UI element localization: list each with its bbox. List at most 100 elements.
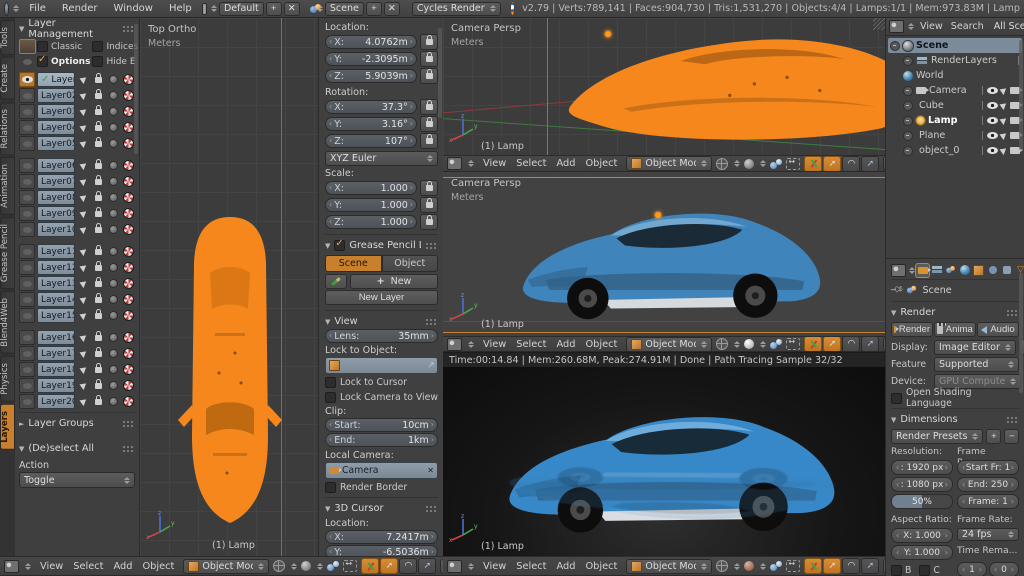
layer-lock-button[interactable] (92, 297, 105, 303)
tab-object[interactable] (972, 264, 985, 277)
menu-item[interactable]: Window (106, 3, 161, 14)
layer-select-button[interactable] (77, 124, 90, 131)
layer-name-field[interactable]: Layer06 (37, 158, 75, 173)
layer-name-field[interactable]: Layer10 (37, 222, 75, 237)
aspect-x-field[interactable]: ‹X: 1.000› (891, 528, 953, 543)
info-editor-icon[interactable] (4, 2, 9, 16)
layer-select-button[interactable] (77, 210, 90, 217)
outliner-row[interactable]: Cube | (888, 98, 1022, 113)
spin-left[interactable]: ‹ (329, 38, 332, 46)
lock-object-dropdown[interactable]: 🡕 (325, 357, 438, 374)
selectability-toggle[interactable] (1000, 86, 1009, 95)
lens-field[interactable]: ‹ Lens: 35mm › (325, 329, 438, 343)
spin-right[interactable]: › (410, 72, 413, 80)
gp-new-button[interactable]: +New (350, 274, 438, 289)
scene-selector[interactable]: Scene (325, 2, 364, 16)
layer-render-toggle[interactable] (107, 139, 120, 148)
outliner-row[interactable]: World (888, 68, 1022, 83)
view-panel-header[interactable]: ▼View (325, 314, 438, 329)
resolution-percentage-slider[interactable]: 50% (891, 494, 953, 509)
menu-item[interactable]: Object (580, 561, 622, 572)
layer-render-toggle[interactable] (107, 247, 120, 256)
proportional-edit-icon[interactable] (770, 561, 782, 571)
selectability-toggle[interactable] (1000, 146, 1009, 155)
layer-visibility-toggle[interactable] (19, 120, 35, 135)
layer-name-field[interactable]: Layer12 (37, 260, 75, 275)
layer-lock-button[interactable] (92, 249, 105, 255)
add-scene-button[interactable]: + (366, 2, 382, 16)
toolshelf-tab[interactable]: Animation (0, 157, 15, 215)
pivot-point-icon[interactable] (716, 158, 728, 170)
lock-button[interactable] (420, 99, 438, 115)
layer-wire-toggle[interactable] (122, 310, 135, 321)
layer-name-field[interactable]: Layer20 (37, 394, 75, 409)
render-presets-dropdown[interactable]: Render Presets (891, 429, 983, 444)
layer-lock-button[interactable] (92, 281, 105, 287)
mode-dropdown[interactable]: Object Mode (626, 337, 712, 352)
tab-constraints[interactable] (986, 264, 999, 277)
hide-empty-checkbox[interactable] (92, 56, 103, 67)
scene-selector-icon[interactable] (310, 4, 313, 14)
layer-visibility-toggle[interactable] (19, 378, 35, 393)
layer-wire-toggle[interactable] (122, 294, 135, 305)
expand-toggle[interactable] (890, 41, 900, 51)
local-camera-dropdown[interactable]: Camera ✕ (325, 462, 438, 479)
animation-button[interactable]: Animation (934, 322, 976, 337)
menu-item[interactable]: Add (551, 561, 580, 572)
layer-wire-toggle[interactable] (122, 364, 135, 375)
layer-select-button[interactable] (77, 296, 90, 303)
spin-left[interactable]: ‹ (329, 184, 332, 192)
aspect-y-field[interactable]: ‹Y: 1.000› (891, 545, 953, 560)
layer-name-field[interactable]: Layer04 (37, 120, 75, 135)
manipulator-scale-button[interactable]: ➚ (861, 156, 879, 172)
tab-scene[interactable] (944, 264, 957, 277)
cursor-field[interactable]: ‹ X: 7.2417m › (325, 530, 438, 544)
toolshelf-tab[interactable]: Blend4Web (0, 291, 15, 354)
menu-item[interactable]: View (478, 339, 511, 350)
editor-spinner[interactable] (468, 563, 474, 570)
tab-render-layers[interactable] (930, 264, 943, 277)
properties-editor-icon[interactable] (891, 264, 906, 277)
snap-icon[interactable] (786, 158, 800, 170)
number-field[interactable]: ‹ Z: 5.9039m › (325, 69, 417, 83)
menu-item[interactable]: Select (68, 561, 108, 572)
layer-wire-toggle[interactable] (122, 160, 135, 171)
spin-left[interactable]: ‹ (329, 120, 332, 128)
manipulator-rotate-button[interactable]: ◠ (842, 336, 860, 352)
number-field[interactable]: ‹ Y: 3.16° › (325, 117, 417, 131)
grease-pencil-header[interactable]: ▼ Grease Pencil Layer (325, 238, 438, 253)
layer-wire-toggle[interactable] (122, 192, 135, 203)
delete-scene-button[interactable]: ✕ (384, 2, 400, 16)
lock-button[interactable] (420, 51, 438, 67)
layer-name-field[interactable]: Layer08 (37, 190, 75, 205)
layer-select-button[interactable] (77, 398, 90, 405)
spin-right[interactable]: › (410, 184, 413, 192)
layer-render-toggle[interactable] (107, 311, 120, 320)
layer-select-button[interactable] (77, 140, 90, 147)
gp-scene-button[interactable]: Scene (325, 255, 382, 272)
menu-item[interactable]: Object (580, 339, 622, 350)
gp-draw-button[interactable] (325, 274, 347, 289)
layer-lock-button[interactable] (92, 179, 105, 185)
spin-right[interactable]: › (410, 137, 413, 145)
visibility-toggle[interactable] (987, 132, 998, 139)
mode-dropdown[interactable]: Object Mode (183, 559, 269, 574)
layer-select-button[interactable] (77, 178, 90, 185)
deselect-all-header[interactable]: ▼(De)select All (19, 441, 135, 456)
layer-render-toggle[interactable] (107, 263, 120, 272)
audio-button[interactable]: Audio (977, 322, 1019, 337)
layer-name-field[interactable]: ✓ Layer01 (37, 72, 75, 87)
layer-visibility-toggle[interactable] (19, 174, 35, 189)
layer-select-button[interactable] (77, 382, 90, 389)
current-frame-field[interactable]: ‹Frame: 1› (957, 494, 1019, 509)
outliner-row[interactable]: RenderLayers | (888, 53, 1022, 68)
layer-lock-button[interactable] (92, 141, 105, 147)
viewport-camera-middle[interactable]: Camera Persp Meters (1) Lamp (443, 172, 885, 336)
layer-name-field[interactable]: Layer18 (37, 362, 75, 377)
viewport-shading-icon[interactable] (744, 159, 754, 169)
manipulator-axis-button[interactable] (361, 558, 379, 574)
scrollbar[interactable] (1019, 273, 1023, 393)
gp-object-button[interactable]: Object (382, 255, 439, 272)
toolshelf-tab[interactable]: Layers (0, 404, 15, 450)
indices-checkbox[interactable] (92, 41, 103, 52)
